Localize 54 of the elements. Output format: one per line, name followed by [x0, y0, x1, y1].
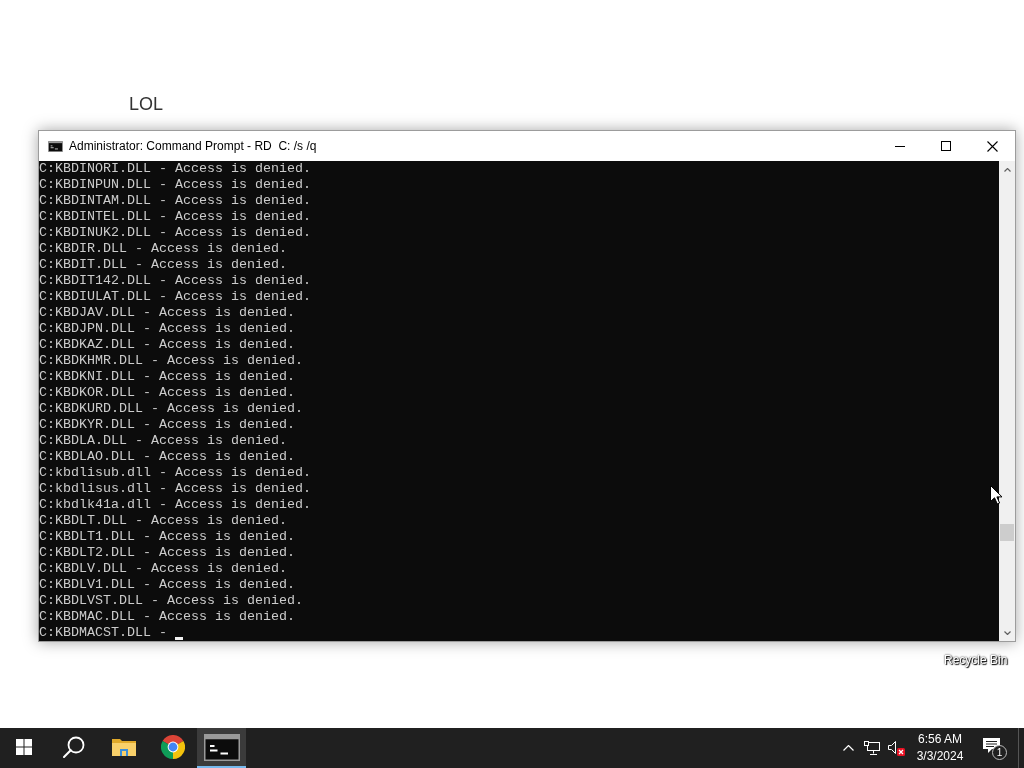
console-line: C:KBDJAV.DLL - Access is denied.	[39, 305, 296, 321]
console-line: C:kbdlk41a.dll - Access is denied.	[39, 497, 312, 513]
console-line: C:KBDKAZ.DLL - Access is denied.	[39, 337, 296, 353]
console-line: C:KBDKURD.DLL - Access is denied.	[39, 401, 304, 417]
console-line: C:kbdlisus.dll - Access is denied.	[39, 481, 312, 497]
console-line: C:KBDINTAM.DLL - Access is denied.	[39, 193, 312, 209]
console-line: C:KBDKNI.DLL - Access is denied.	[39, 369, 296, 385]
scrollbar-thumb[interactable]	[1000, 524, 1014, 541]
console-line: C:KBDMAC.DLL - Access is denied.	[39, 609, 296, 625]
terminal-icon	[203, 733, 240, 761]
chevron-up-icon[interactable]	[1003, 167, 1011, 172]
console-line: C:KBDIULAT.DLL - Access is denied.	[39, 289, 312, 305]
close-icon	[986, 140, 998, 152]
console-line: C:KBDKYR.DLL - Access is denied.	[39, 417, 296, 433]
notification-count: 1	[992, 745, 1007, 760]
taskbar-button[interactable]	[197, 728, 246, 768]
windows-logo-icon	[16, 739, 32, 755]
scrollbar[interactable]	[999, 161, 1015, 641]
console-line: C:KBDLT2.DLL - Access is denied.	[39, 545, 296, 561]
folder-icon	[111, 737, 136, 757]
notification-button[interactable]: 1	[972, 728, 1018, 768]
console-line: C:KBDKOR.DLL - Access is denied.	[39, 385, 296, 401]
console-line: C:KBDINPUN.DLL - Access is denied.	[39, 177, 312, 193]
console-line: C:KBDJPN.DLL - Access is denied.	[39, 321, 296, 337]
window-title: Administrator: Command Prompt - RD C: /s /q	[69, 138, 317, 154]
minimize-icon	[895, 145, 905, 147]
console-line: C:KBDIT.DLL - Access is denied.	[39, 257, 288, 273]
recycle-bin-label[interactable]: Recycle Bin	[944, 653, 1008, 667]
console-line: C:kbdlisub.dll - Access is denied.	[39, 465, 312, 481]
console-line: C:KBDLA.DLL - Access is denied.	[39, 433, 288, 449]
console-line: C:KBDLV.DLL - Access is denied.	[39, 561, 288, 577]
console-line: C:KBDINUK2.DLL - Access is denied.	[39, 225, 312, 241]
console-line: C:KBDKHMR.DLL - Access is denied.	[39, 353, 304, 369]
clock-button[interactable]: 6:56 AM 3/3/2024	[908, 728, 972, 768]
console-line: C:KBDLT1.DLL - Access is denied.	[39, 529, 296, 545]
console-line: C:KBDLAO.DLL - Access is denied.	[39, 449, 296, 465]
network-monitor-icon	[864, 741, 880, 755]
console-line: C:KBDIT142.DLL - Access is denied.	[39, 273, 312, 289]
desktop-text: LOL	[129, 93, 164, 115]
chevron-down-icon[interactable]	[1003, 630, 1011, 635]
console-line: C:KBDLVST.DLL - Access is denied.	[39, 593, 304, 609]
clock-date: 3/3/2024	[916, 748, 964, 765]
console-line: C:KBDLT.DLL - Access is denied.	[39, 513, 288, 529]
caret-up-icon	[842, 745, 854, 751]
console-line: C:KBDMACST.DLL -	[39, 625, 167, 641]
clock-time: 6:56 AM	[918, 731, 962, 748]
console-line: C:KBDINORI.DLL - Access is denied.	[39, 161, 312, 177]
browser-icon	[160, 735, 185, 759]
maximize-icon	[941, 141, 951, 151]
console-line: C:KBDLV1.DLL - Access is denied.	[39, 577, 296, 593]
terminal-icon	[48, 140, 63, 152]
search-icon	[62, 736, 85, 758]
console-line: C:KBDINTEL.DLL - Access is denied.	[39, 209, 312, 225]
console-line: C:KBDIR.DLL - Access is denied.	[39, 241, 288, 257]
